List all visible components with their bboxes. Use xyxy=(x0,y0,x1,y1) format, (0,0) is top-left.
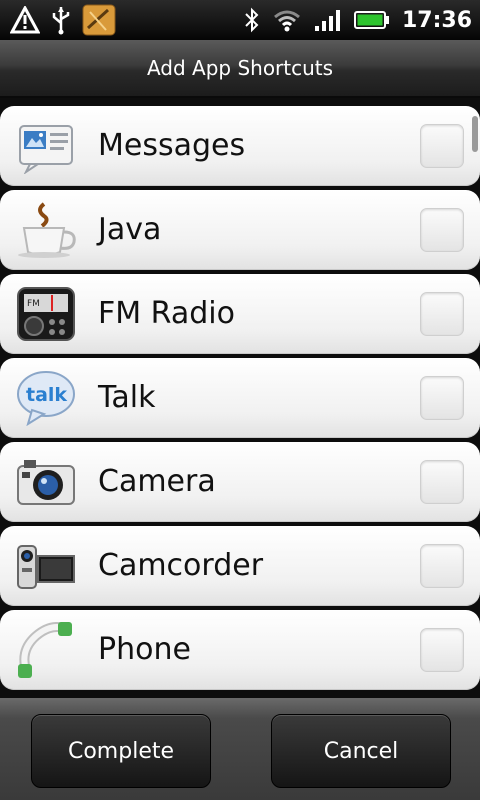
checkbox[interactable] xyxy=(420,292,464,336)
list-item-label: Camera xyxy=(98,464,216,499)
bluetooth-icon xyxy=(245,7,259,33)
battery-icon xyxy=(353,11,389,29)
status-bar: 17:36 xyxy=(0,0,480,40)
fm-radio-icon: FM xyxy=(17,287,75,341)
checkbox[interactable] xyxy=(420,544,464,588)
phone-icon xyxy=(18,622,72,678)
camera-icon xyxy=(17,460,75,505)
list-item-fm-radio[interactable]: FM FM Radio xyxy=(0,274,480,354)
list-item-java[interactable]: Java xyxy=(0,190,480,270)
wifi-icon xyxy=(274,10,300,32)
java-icon xyxy=(18,202,76,258)
dialog-title: Add App Shortcuts xyxy=(146,56,334,80)
status-clock: 17:36 xyxy=(401,7,472,33)
list-item-camcorder[interactable]: Camcorder xyxy=(0,526,480,606)
camcorder-icon xyxy=(17,545,75,589)
list-item-camera[interactable]: Camera xyxy=(0,442,480,522)
list-item-talk[interactable]: talk Talk xyxy=(0,358,480,438)
list-item-label: FM Radio xyxy=(98,296,235,331)
messages-icon xyxy=(19,125,73,174)
checkbox[interactable] xyxy=(420,124,464,168)
talk-icon: talk xyxy=(17,371,75,426)
list-item-label: Phone xyxy=(98,632,191,667)
screen: 17:36 Add App Shortcuts Messages Java FM… xyxy=(0,0,480,800)
checkbox[interactable] xyxy=(420,208,464,252)
complete-button[interactable]: Complete xyxy=(31,714,211,788)
checkbox[interactable] xyxy=(420,628,464,672)
status-bar-left xyxy=(10,4,116,36)
shortcut-list[interactable]: Messages Java FM FM Radio talk Talk Came… xyxy=(0,98,480,698)
checkbox[interactable] xyxy=(420,376,464,420)
warning-icon xyxy=(10,6,40,34)
svg-text:FM: FM xyxy=(27,299,40,309)
list-item-messages[interactable]: Messages xyxy=(0,106,480,186)
list-item-label: Messages xyxy=(98,128,246,163)
scrollbar-thumb[interactable] xyxy=(472,116,478,152)
list-item-label: Camcorder xyxy=(98,548,264,583)
status-bar-right: 17:36 xyxy=(244,4,472,36)
list-item-label: Java xyxy=(98,212,162,247)
checkbox[interactable] xyxy=(420,460,464,504)
dialog-title-bar: Add App Shortcuts xyxy=(0,40,480,98)
app-notification-icon xyxy=(82,4,116,36)
list-item-label: Talk xyxy=(98,380,156,415)
button-bar: Complete Cancel xyxy=(0,698,480,800)
usb-icon xyxy=(52,7,70,35)
cancel-button[interactable]: Cancel xyxy=(271,714,451,788)
signal-icon xyxy=(314,10,340,31)
svg-text:talk: talk xyxy=(26,384,67,406)
list-item-phone[interactable]: Phone xyxy=(0,610,480,690)
